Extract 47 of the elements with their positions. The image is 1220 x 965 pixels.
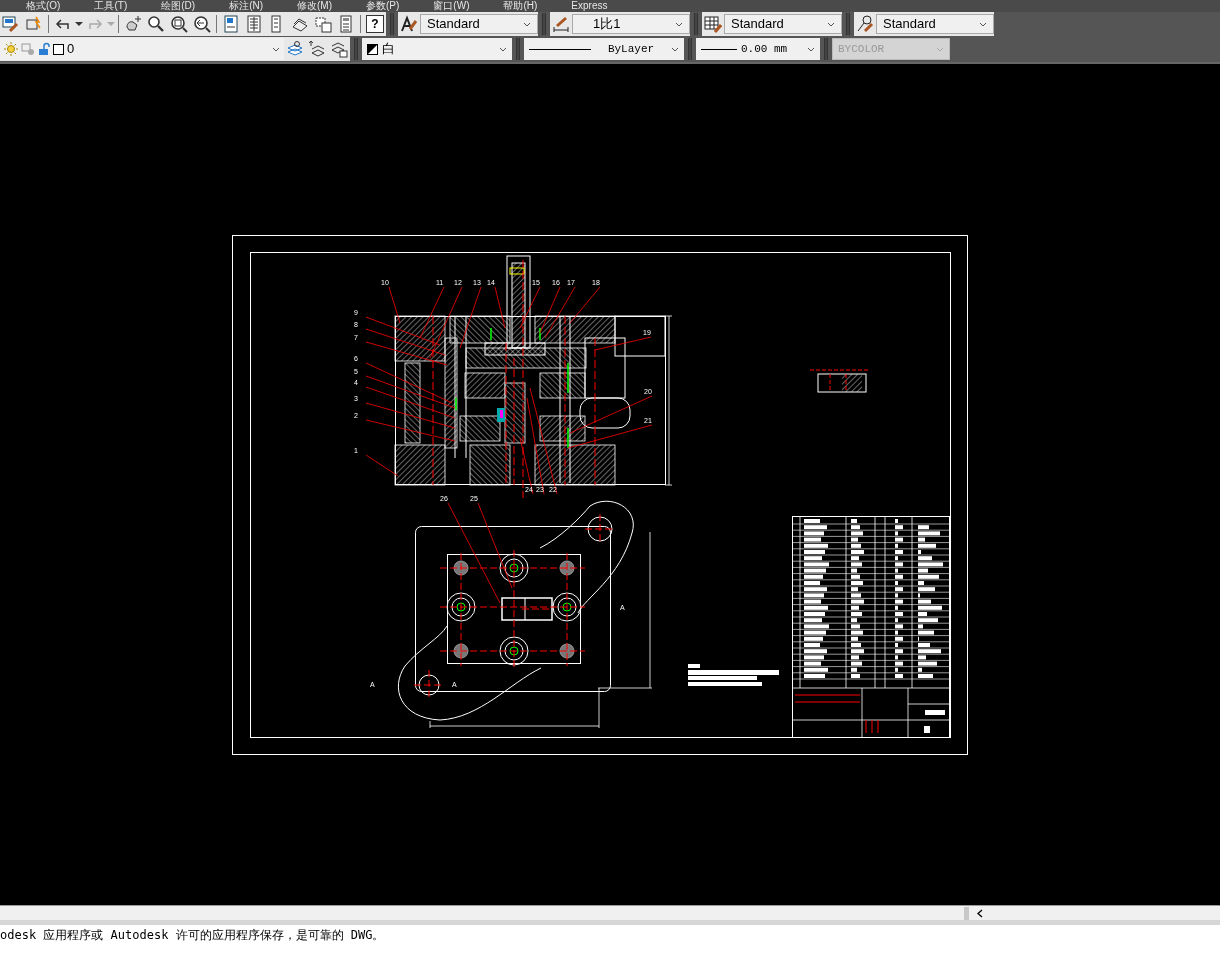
dropdown-caret-icon[interactable] bbox=[523, 21, 531, 27]
leader-line bbox=[494, 286, 506, 329]
detail-view-drawing bbox=[809, 369, 869, 393]
layer-dropdown[interactable]: 0 bbox=[0, 38, 284, 60]
dropdown-caret-icon[interactable] bbox=[272, 46, 280, 52]
menu-item[interactable]: 窗口(W) bbox=[433, 0, 470, 12]
menu-item[interactable]: 标注(N) bbox=[229, 0, 263, 12]
linetype-dropdown[interactable]: ByLayer bbox=[524, 38, 684, 60]
menu-item[interactable]: 修改(M) bbox=[297, 0, 332, 12]
unlocked-padlock-icon[interactable] bbox=[38, 42, 50, 56]
sun-icon[interactable] bbox=[4, 42, 18, 56]
text-style-icon[interactable] bbox=[398, 14, 420, 34]
leader-line bbox=[569, 286, 601, 324]
lineweight-dropdown[interactable]: 0.00 mm bbox=[696, 38, 820, 60]
menu-item[interactable]: 参数(P) bbox=[366, 0, 400, 12]
leader-line bbox=[519, 286, 541, 329]
line-sample-icon bbox=[701, 47, 737, 51]
dropdown-caret-icon[interactable] bbox=[827, 21, 835, 27]
leader-line bbox=[594, 336, 652, 351]
dropdown-caret-icon[interactable] bbox=[75, 22, 83, 26]
plotstyle-dropdown: BYCOLOR bbox=[832, 38, 950, 60]
leader-line bbox=[365, 454, 399, 477]
dropdown-caret-icon[interactable] bbox=[807, 46, 815, 52]
menu-item[interactable]: Express bbox=[571, 0, 608, 12]
style-dropdown[interactable]: Standard bbox=[876, 14, 994, 34]
help-button[interactable]: ? bbox=[366, 15, 384, 33]
zoom-previous-icon[interactable] bbox=[191, 14, 213, 34]
style-dropdown[interactable]: Standard bbox=[420, 14, 538, 34]
table-style-icon[interactable] bbox=[702, 14, 724, 34]
scrollbar-thumb[interactable] bbox=[964, 906, 969, 920]
style-dropdown[interactable]: 1比1 bbox=[572, 14, 690, 34]
menu-item[interactable]: 绘图(D) bbox=[161, 0, 196, 12]
menu-item[interactable]: 帮助(H) bbox=[503, 0, 538, 12]
menu-item[interactable]: 格式(O) bbox=[26, 0, 61, 12]
color-dropdown[interactable]: 白 bbox=[362, 38, 512, 60]
command-line-text: odesk 应用程序或 Autodesk 许可的应用程序保存，是可靠的 DWG。 bbox=[0, 928, 386, 942]
dimension-style-icon[interactable] bbox=[550, 14, 572, 34]
color-swatch-icon bbox=[53, 43, 64, 55]
dropdown-caret-icon[interactable] bbox=[979, 21, 987, 27]
dropdown-caret-icon[interactable] bbox=[671, 46, 679, 52]
line-sample-icon bbox=[529, 47, 591, 51]
menu-item[interactable]: 工具(T) bbox=[94, 0, 128, 12]
style-dropdown[interactable]: Standard bbox=[724, 14, 842, 34]
dropdown-caret-icon[interactable] bbox=[499, 46, 507, 52]
color-swatch-icon bbox=[367, 43, 378, 55]
zoom-window-icon[interactable] bbox=[168, 14, 190, 34]
dropdown-caret-icon[interactable] bbox=[675, 21, 683, 27]
